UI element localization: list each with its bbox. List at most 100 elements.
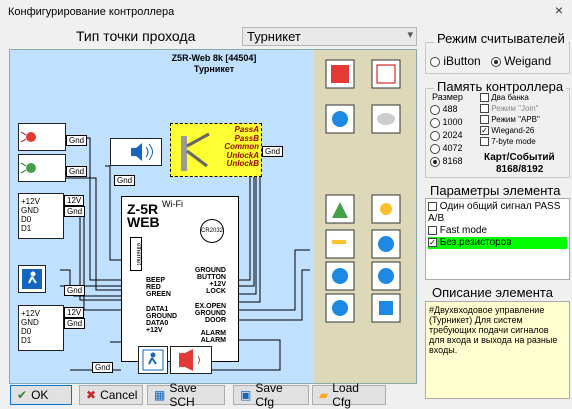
ibutton-radio[interactable] — [430, 56, 440, 67]
reader-term: +12V — [21, 197, 40, 206]
element-palette[interactable] — [314, 50, 416, 383]
dual-bank-checkbox[interactable] — [480, 93, 489, 103]
term-beep: BEEP — [146, 277, 166, 284]
close-icon[interactable]: × — [549, 2, 569, 20]
cancel-label: Cancel — [100, 388, 138, 402]
term-alarm: ALARM — [200, 330, 226, 337]
size-8168: 8168 — [442, 156, 463, 166]
gnd-label: Gnd — [66, 166, 88, 177]
term-unlockb: UnlockB — [226, 159, 259, 169]
siren-icon — [170, 346, 212, 374]
size-4072: 4072 — [442, 143, 463, 153]
controller-board[interactable]: Z-5R WEB Wi-Fi CR2032 ethernet BEEP RED … — [121, 196, 239, 362]
term-12v: +12V — [146, 327, 163, 334]
gnd-label: Gnd — [92, 362, 114, 373]
speaker-icon — [110, 138, 162, 166]
term-ground: GROUND — [146, 313, 178, 320]
reader-term: GND — [21, 206, 39, 215]
gnd-label: Gnd — [64, 318, 86, 329]
save-icon: ▣ — [240, 388, 252, 402]
save-cfg-label: Save Cfg — [255, 381, 283, 409]
join-label: Режим "Join" — [491, 104, 539, 113]
red-led-icon — [18, 123, 66, 151]
size-2024: 2024 — [442, 130, 463, 140]
weigand-radio[interactable] — [490, 56, 501, 67]
term-green: GREEN — [146, 291, 171, 298]
param-label: Fast mode — [439, 225, 488, 236]
green-led-icon — [18, 154, 66, 182]
save-sch-button[interactable]: ▦ Save SCH — [147, 381, 225, 409]
size-radio-2024[interactable] — [430, 130, 440, 141]
load-cfg-button[interactable]: ▰ Load Cfg — [312, 381, 386, 409]
checkmark-icon: ✔ — [17, 388, 28, 402]
dual-bank-label: Два банка — [491, 93, 529, 102]
weigand-label: Weigand — [504, 54, 552, 68]
7byte-checkbox[interactable] — [480, 137, 489, 147]
passage-type-value: Турникет — [247, 29, 301, 44]
param-label: Без резисторов — [439, 237, 512, 248]
ethernet-port: ethernet — [130, 237, 142, 271]
params-title: Параметры элемента — [430, 183, 561, 198]
exit-button-icon — [18, 265, 46, 293]
size-1000: 1000 — [442, 117, 463, 127]
passage-type-select[interactable]: Турникет ▾ — [242, 27, 417, 46]
turnstile-icon — [181, 132, 210, 171]
folder-icon: ▰ — [319, 388, 329, 402]
term-data1: DATA1 — [146, 306, 169, 313]
wifi-label: Wi-Fi — [162, 199, 183, 209]
reader-mode-title: Режим считывателей — [434, 31, 568, 46]
gnd-label: Gnd — [64, 206, 86, 217]
exit-icon — [138, 346, 168, 374]
apb-label: Режим "APB" — [491, 115, 540, 124]
reader-term: D1 — [21, 224, 32, 233]
cancel-button[interactable]: ✖ Cancel — [79, 385, 143, 405]
size-radio-8168[interactable] — [430, 156, 440, 167]
memory-group: Память контроллера Размер 488 1000 2024 … — [425, 79, 570, 178]
param-label: Один общий сигнал PASS A/B — [428, 201, 561, 224]
size-radio-488[interactable] — [430, 104, 440, 115]
gnd-label: Gnd — [64, 285, 86, 296]
params-list[interactable]: Один общий сигнал PASS A/B Fast mode ✓ Б… — [425, 198, 570, 280]
controller-name-2: WEB — [127, 214, 160, 230]
reader-term: +12V — [21, 309, 40, 318]
ok-button[interactable]: ✔ OK — [10, 385, 72, 405]
size-488: 488 — [442, 104, 458, 114]
ok-label: OK — [31, 388, 49, 402]
wiegand26-checkbox[interactable]: ✓ — [480, 126, 489, 136]
save-cfg-button[interactable]: ▣ Save Cfg — [233, 381, 309, 409]
term-12v-r: +12V — [209, 281, 226, 288]
term-button: BUTTON — [196, 274, 226, 281]
gnd-label: Gnd — [262, 146, 284, 157]
load-cfg-label: Load Cfg — [332, 381, 359, 409]
term-lock: LOCK — [206, 288, 226, 295]
turnstile-terminals: PassA PassB Common UnlockA UnlockB — [217, 125, 259, 169]
param-item[interactable]: Fast mode — [428, 225, 567, 237]
12v-label: 12V — [64, 307, 85, 318]
12v-label: 12V — [64, 195, 85, 206]
reader-term: D0 — [21, 215, 32, 224]
term-door: DOOR — [205, 317, 226, 324]
reader-mode-group: Режим считывателей iButton Weigand — [425, 31, 570, 74]
reader-term: GND — [21, 318, 39, 327]
term-exopen: EX.OPEN — [194, 303, 226, 310]
cards-value: 8168/8192 — [496, 164, 544, 175]
term-red: RED — [146, 284, 161, 291]
size-radio-1000[interactable] — [430, 117, 440, 128]
reader-term: D1 — [21, 336, 32, 345]
save-sch-label: Save SCH — [169, 381, 197, 409]
palette-icons — [325, 59, 401, 323]
description-box: #Двухвходовое управление (Турникет) Для … — [425, 301, 570, 399]
cancel-icon: ✖ — [86, 388, 97, 402]
gnd-label: Gnd — [66, 135, 88, 146]
term-data0: DATA0 — [146, 320, 169, 327]
param-item-selected[interactable]: ✓ Без резисторов — [428, 237, 567, 249]
size-radio-4072[interactable] — [430, 143, 440, 154]
param-item[interactable]: Один общий сигнал PASS A/B — [428, 201, 567, 225]
wiring-diagram[interactable]: Z5R-Web 8k [44504] Турникет Gnd Gnd Gnd … — [9, 49, 417, 384]
window-title: Конфигурирование контроллера — [8, 6, 175, 18]
apb-checkbox[interactable] — [480, 115, 489, 125]
7byte-label: 7-byte mode — [491, 137, 536, 146]
join-checkbox[interactable] — [480, 104, 489, 114]
schema-icon: ▦ — [154, 388, 166, 402]
reader-term: D0 — [21, 327, 32, 336]
